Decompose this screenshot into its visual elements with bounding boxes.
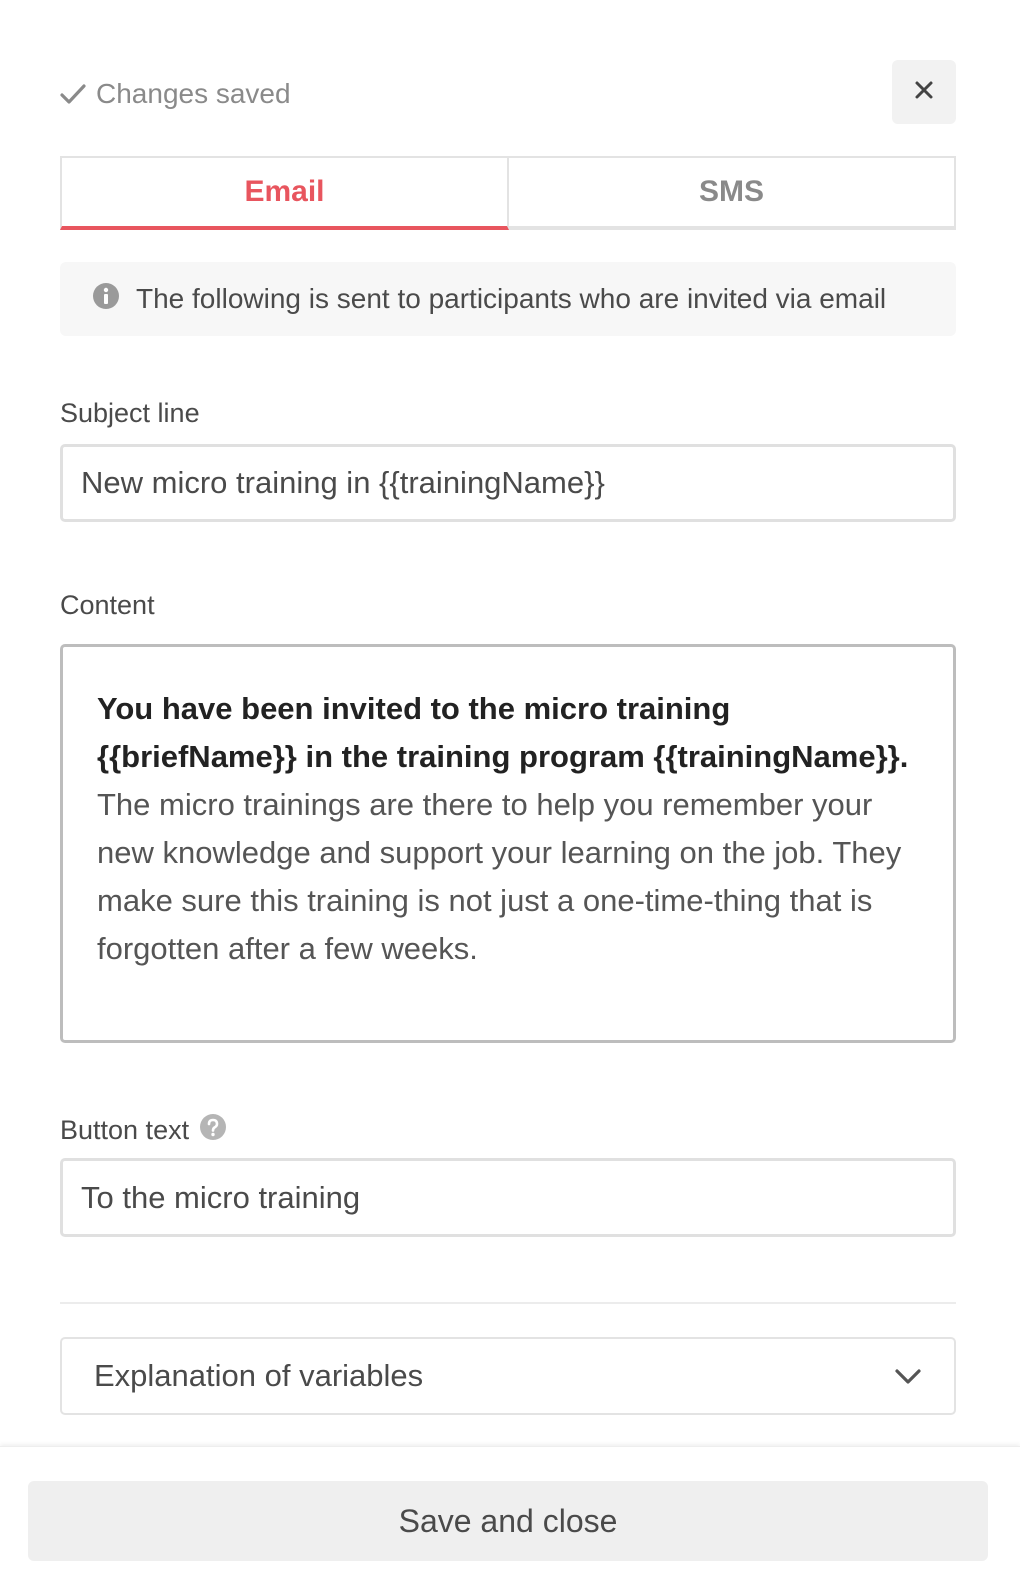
save-status-text: Changes saved: [96, 78, 291, 109]
content-bold-text: You have been invited to the micro train…: [97, 691, 909, 774]
subject-label: Subject line: [60, 398, 200, 428]
checkmark-icon: [60, 83, 86, 105]
question-circle-icon[interactable]: [199, 1113, 227, 1148]
divider: [60, 1302, 956, 1304]
content-body-text: The micro trainings are there to help yo…: [97, 787, 902, 966]
button-text-label-text: Button text: [60, 1115, 190, 1145]
tab-email[interactable]: Email: [60, 156, 509, 230]
variables-accordion[interactable]: Explanation of variables: [60, 1337, 956, 1415]
tab-sms[interactable]: SMS: [509, 156, 956, 230]
save-and-close-button[interactable]: Save and close: [28, 1481, 988, 1561]
button-text-input[interactable]: To the micro training: [60, 1158, 956, 1237]
save-status: Changes saved: [60, 76, 291, 112]
footer-bar: Save and close: [0, 1446, 1020, 1592]
close-icon: [914, 80, 934, 105]
channel-tabs: Email SMS: [60, 156, 956, 230]
content-label: Content: [60, 590, 155, 620]
email-settings-panel: Changes saved Email SMS The following is…: [0, 0, 1020, 1592]
button-text-label: Button text: [60, 1113, 227, 1148]
close-button[interactable]: [892, 60, 956, 124]
info-banner: The following is sent to participants wh…: [60, 262, 956, 336]
chevron-down-icon: [894, 1358, 922, 1394]
info-text: The following is sent to participants wh…: [136, 283, 887, 314]
variables-accordion-label: Explanation of variables: [94, 1358, 424, 1393]
content-editor[interactable]: You have been invited to the micro train…: [60, 644, 956, 1043]
info-icon: [92, 282, 120, 317]
subject-input[interactable]: New micro training in {{trainingName}}: [60, 444, 956, 522]
